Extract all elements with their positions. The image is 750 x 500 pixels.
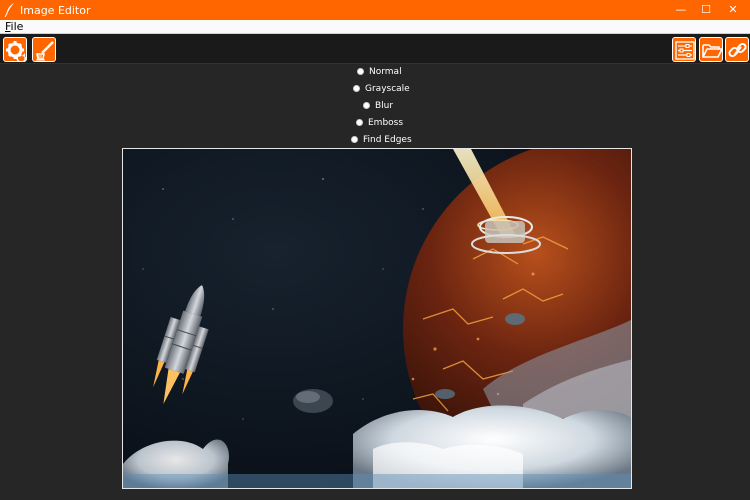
title-bar[interactable]: Image Editor — ☐ ✕ [0, 0, 750, 20]
space-scene-image [123, 149, 631, 488]
brush-icon [36, 41, 54, 61]
folder-open-icon [702, 44, 723, 58]
filter-label: Blur [375, 101, 394, 111]
filter-label: Find Edges [363, 135, 412, 145]
maximize-icon: ☐ [701, 3, 711, 16]
filter-label: Normal [369, 67, 402, 77]
radio-button[interactable] [356, 119, 363, 126]
close-button[interactable]: ✕ [716, 0, 750, 20]
menu-file[interactable]: File [5, 20, 23, 34]
filter-option-find-edges[interactable]: Find Edges [351, 133, 412, 147]
menu-file-label: ile [10, 20, 24, 33]
image-canvas[interactable] [122, 148, 632, 489]
link-icon [728, 42, 747, 58]
link-button[interactable] [725, 37, 749, 62]
gear-refresh-icon [6, 41, 26, 62]
menu-bar: File [0, 20, 750, 34]
radio-button[interactable] [351, 136, 358, 143]
filter-option-normal[interactable]: Normal [357, 65, 402, 79]
app-window: Image Editor — ☐ ✕ File Normal Grayscale… [0, 0, 750, 500]
close-icon: ✕ [728, 3, 738, 16]
filter-label: Emboss [368, 118, 404, 128]
open-file-button[interactable] [699, 37, 723, 62]
sliders-icon [675, 41, 695, 60]
radio-button[interactable] [357, 68, 364, 75]
adjustments-button[interactable] [672, 37, 696, 62]
brush-button[interactable] [32, 37, 56, 62]
radio-button[interactable] [363, 102, 370, 109]
feather-icon [4, 3, 14, 17]
filter-option-blur[interactable]: Blur [363, 99, 393, 113]
filter-option-grayscale[interactable]: Grayscale [353, 82, 410, 96]
editor-area: Normal Grayscale Blur Emboss Find Edges [0, 65, 750, 500]
toolbar [0, 34, 750, 64]
filter-label: Grayscale [365, 84, 410, 94]
radio-button[interactable] [353, 85, 360, 92]
settings-button[interactable] [3, 37, 27, 62]
window-title: Image Editor [20, 4, 91, 17]
minimize-icon: — [675, 3, 687, 16]
filter-option-emboss[interactable]: Emboss [356, 116, 403, 130]
